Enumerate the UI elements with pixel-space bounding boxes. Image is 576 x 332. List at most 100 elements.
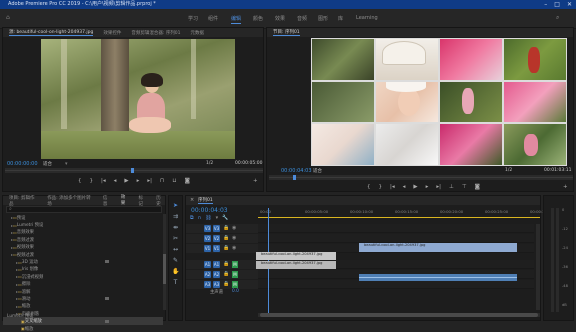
- pen-tool-icon[interactable]: ✎: [172, 257, 179, 264]
- effects-tree-item[interactable]: ▣ 缩放: [3, 325, 163, 332]
- track-lane[interactable]: [258, 280, 534, 289]
- track-target-toggle[interactable]: V3: [204, 225, 211, 232]
- clip-v2[interactable]: beautiful-cool-on-light-204937.jpg: [359, 243, 517, 252]
- effects-tree-item[interactable]: ▸ ▭ 3D 运动: [3, 258, 163, 266]
- mute-toggle[interactable]: M: [232, 261, 238, 268]
- home-icon[interactable]: ⌂: [6, 14, 10, 21]
- go-to-out-icon[interactable]: ▸|: [147, 178, 152, 184]
- tab-metadata[interactable]: 元数据: [191, 30, 205, 36]
- lock-icon[interactable]: 🔒: [223, 281, 229, 287]
- program-scrub-bar[interactable]: [269, 175, 573, 180]
- workspace-tab-effects[interactable]: 效果: [275, 15, 285, 22]
- add-marker-icon[interactable]: ▾: [216, 215, 219, 221]
- tab-effect-controls[interactable]: 效果控件: [103, 30, 121, 36]
- effects-tree-item[interactable]: ▸ ▭ 视频过渡: [3, 251, 163, 258]
- go-to-in-icon[interactable]: |◂: [101, 178, 106, 184]
- lock-icon[interactable]: 🔒: [223, 235, 229, 241]
- chevron-down-icon[interactable]: ▾: [65, 161, 68, 167]
- timeline-vertical-scrollbar[interactable]: [536, 224, 540, 310]
- timeline-horizontal-scrollbar[interactable]: [258, 313, 540, 317]
- effects-tree-item[interactable]: ▸ ▭ 擦除: [3, 281, 163, 288]
- razor-tool-icon[interactable]: ✂: [172, 235, 179, 242]
- close-icon[interactable]: ✕: [567, 0, 572, 9]
- workspace-tab-editing[interactable]: 编辑: [231, 15, 242, 24]
- maximize-icon[interactable]: □: [554, 0, 560, 9]
- track-target-toggle[interactable]: V1: [204, 245, 211, 252]
- mark-out-icon[interactable]: }: [379, 184, 383, 190]
- mute-toggle[interactable]: M: [232, 281, 238, 288]
- track-name[interactable]: A3: [213, 281, 220, 288]
- eye-icon[interactable]: ◉: [232, 225, 236, 231]
- workspace-tab-learn[interactable]: 学习: [188, 15, 198, 22]
- master-value[interactable]: 0.0: [232, 289, 239, 294]
- linked-selection-icon[interactable]: ⛓: [205, 215, 211, 221]
- track-lane[interactable]: [258, 234, 534, 243]
- track-target-toggle[interactable]: A3: [204, 281, 211, 288]
- hand-tool-icon[interactable]: ✋: [172, 268, 179, 275]
- tab-audio-mixer[interactable]: 音频剪辑混合器: 序列01: [131, 30, 180, 36]
- workspace-tab-audio[interactable]: 音频: [297, 15, 307, 22]
- timeline-timecode[interactable]: 00:00:04:03: [191, 207, 228, 214]
- ripple-edit-tool-icon[interactable]: ⇹: [172, 224, 179, 231]
- workspace-tab-libraries[interactable]: 库: [338, 15, 343, 22]
- workspace-tab-assembly[interactable]: 组件: [208, 15, 218, 22]
- source-scrub-bar[interactable]: [5, 168, 263, 173]
- tab-source[interactable]: 源: beautiful-cool-on-light-204937.jpg: [9, 29, 94, 36]
- slip-tool-icon[interactable]: ↔: [172, 246, 179, 253]
- track-name[interactable]: A2: [213, 271, 220, 278]
- step-forward-icon[interactable]: ▸: [137, 178, 140, 184]
- workspace-tab-graphics[interactable]: 图形: [318, 15, 328, 22]
- extract-icon[interactable]: ⊤: [462, 184, 467, 190]
- selection-tool-icon[interactable]: ➤: [172, 202, 179, 209]
- effects-scrollbar[interactable]: [163, 214, 166, 310]
- overwrite-icon[interactable]: ⊔: [172, 178, 176, 184]
- minimize-icon[interactable]: –: [544, 0, 547, 9]
- mark-out-icon[interactable]: }: [90, 178, 94, 184]
- effects-tree-item[interactable]: ▸ ▭ 预设: [3, 214, 163, 221]
- add-button-icon[interactable]: +: [253, 178, 258, 184]
- tab-history[interactable]: 历史: [156, 195, 165, 207]
- clip-v1-b[interactable]: beautiful-cool-on-light-204937.jpg: [256, 261, 336, 269]
- tab-info[interactable]: 信息: [103, 195, 112, 207]
- source-fit-select[interactable]: 适合: [43, 161, 52, 167]
- go-to-in-icon[interactable]: |◂: [390, 184, 395, 190]
- lock-icon[interactable]: 🔒: [223, 271, 229, 277]
- search-icon[interactable]: ⌕: [556, 14, 559, 22]
- export-frame-icon[interactable]: ◙: [475, 184, 480, 190]
- mark-in-icon[interactable]: {: [78, 178, 82, 184]
- type-tool-icon[interactable]: T: [172, 279, 179, 286]
- effects-tree-item[interactable]: ▸ ▭ Lumetri 预设: [3, 221, 163, 229]
- mark-in-icon[interactable]: {: [367, 184, 371, 190]
- source-timecode-in[interactable]: 00:00:00:00: [7, 161, 38, 167]
- clip-audio[interactable]: [359, 274, 517, 281]
- play-icon[interactable]: ▶: [124, 178, 128, 184]
- tab-sequence[interactable]: 序列01: [198, 197, 213, 204]
- effects-tree-item[interactable]: ▸ ▭ 溶解: [3, 288, 163, 295]
- program-fit-select[interactable]: 适合: [313, 168, 322, 174]
- workspace-tab-color[interactable]: 颜色: [253, 15, 263, 22]
- add-button-icon[interactable]: +: [563, 184, 568, 190]
- snap-icon[interactable]: ∩: [198, 215, 202, 221]
- step-forward-icon[interactable]: ▸: [426, 184, 429, 190]
- tab-project[interactable]: 项目: 剪辑作品: [9, 195, 38, 207]
- lift-icon[interactable]: ⊥: [449, 184, 454, 190]
- track-target-toggle[interactable]: V2: [204, 235, 211, 242]
- lock-icon[interactable]: 🔒: [223, 245, 229, 251]
- effects-tree-item[interactable]: ▸ ▭ 滑动: [3, 295, 163, 302]
- effects-tree-item[interactable]: ▸ ▭ Iris 划像: [3, 266, 163, 273]
- clip-v1-a[interactable]: beautiful-cool-on-light-204937.jpg: [256, 252, 336, 260]
- insert-icon[interactable]: ⊓: [160, 178, 164, 184]
- tab-markers[interactable]: 标记: [138, 195, 147, 207]
- mute-toggle[interactable]: M: [232, 271, 238, 278]
- workspace-tab-learning[interactable]: Learning: [356, 15, 378, 21]
- step-back-icon[interactable]: ◂: [403, 184, 406, 190]
- wrench-icon[interactable]: 🔧: [222, 215, 228, 221]
- track-name[interactable]: V1: [213, 245, 220, 252]
- effects-tree-item[interactable]: ▸ ▭ 缩放: [3, 303, 163, 310]
- close-icon[interactable]: ×: [190, 197, 194, 203]
- go-to-out-icon[interactable]: ▸|: [436, 184, 441, 190]
- tab-program[interactable]: 节目: 序列01: [273, 29, 300, 36]
- track-name[interactable]: V2: [213, 235, 220, 242]
- nest-icon[interactable]: ⧉: [190, 215, 194, 221]
- track-name[interactable]: V3: [213, 225, 220, 232]
